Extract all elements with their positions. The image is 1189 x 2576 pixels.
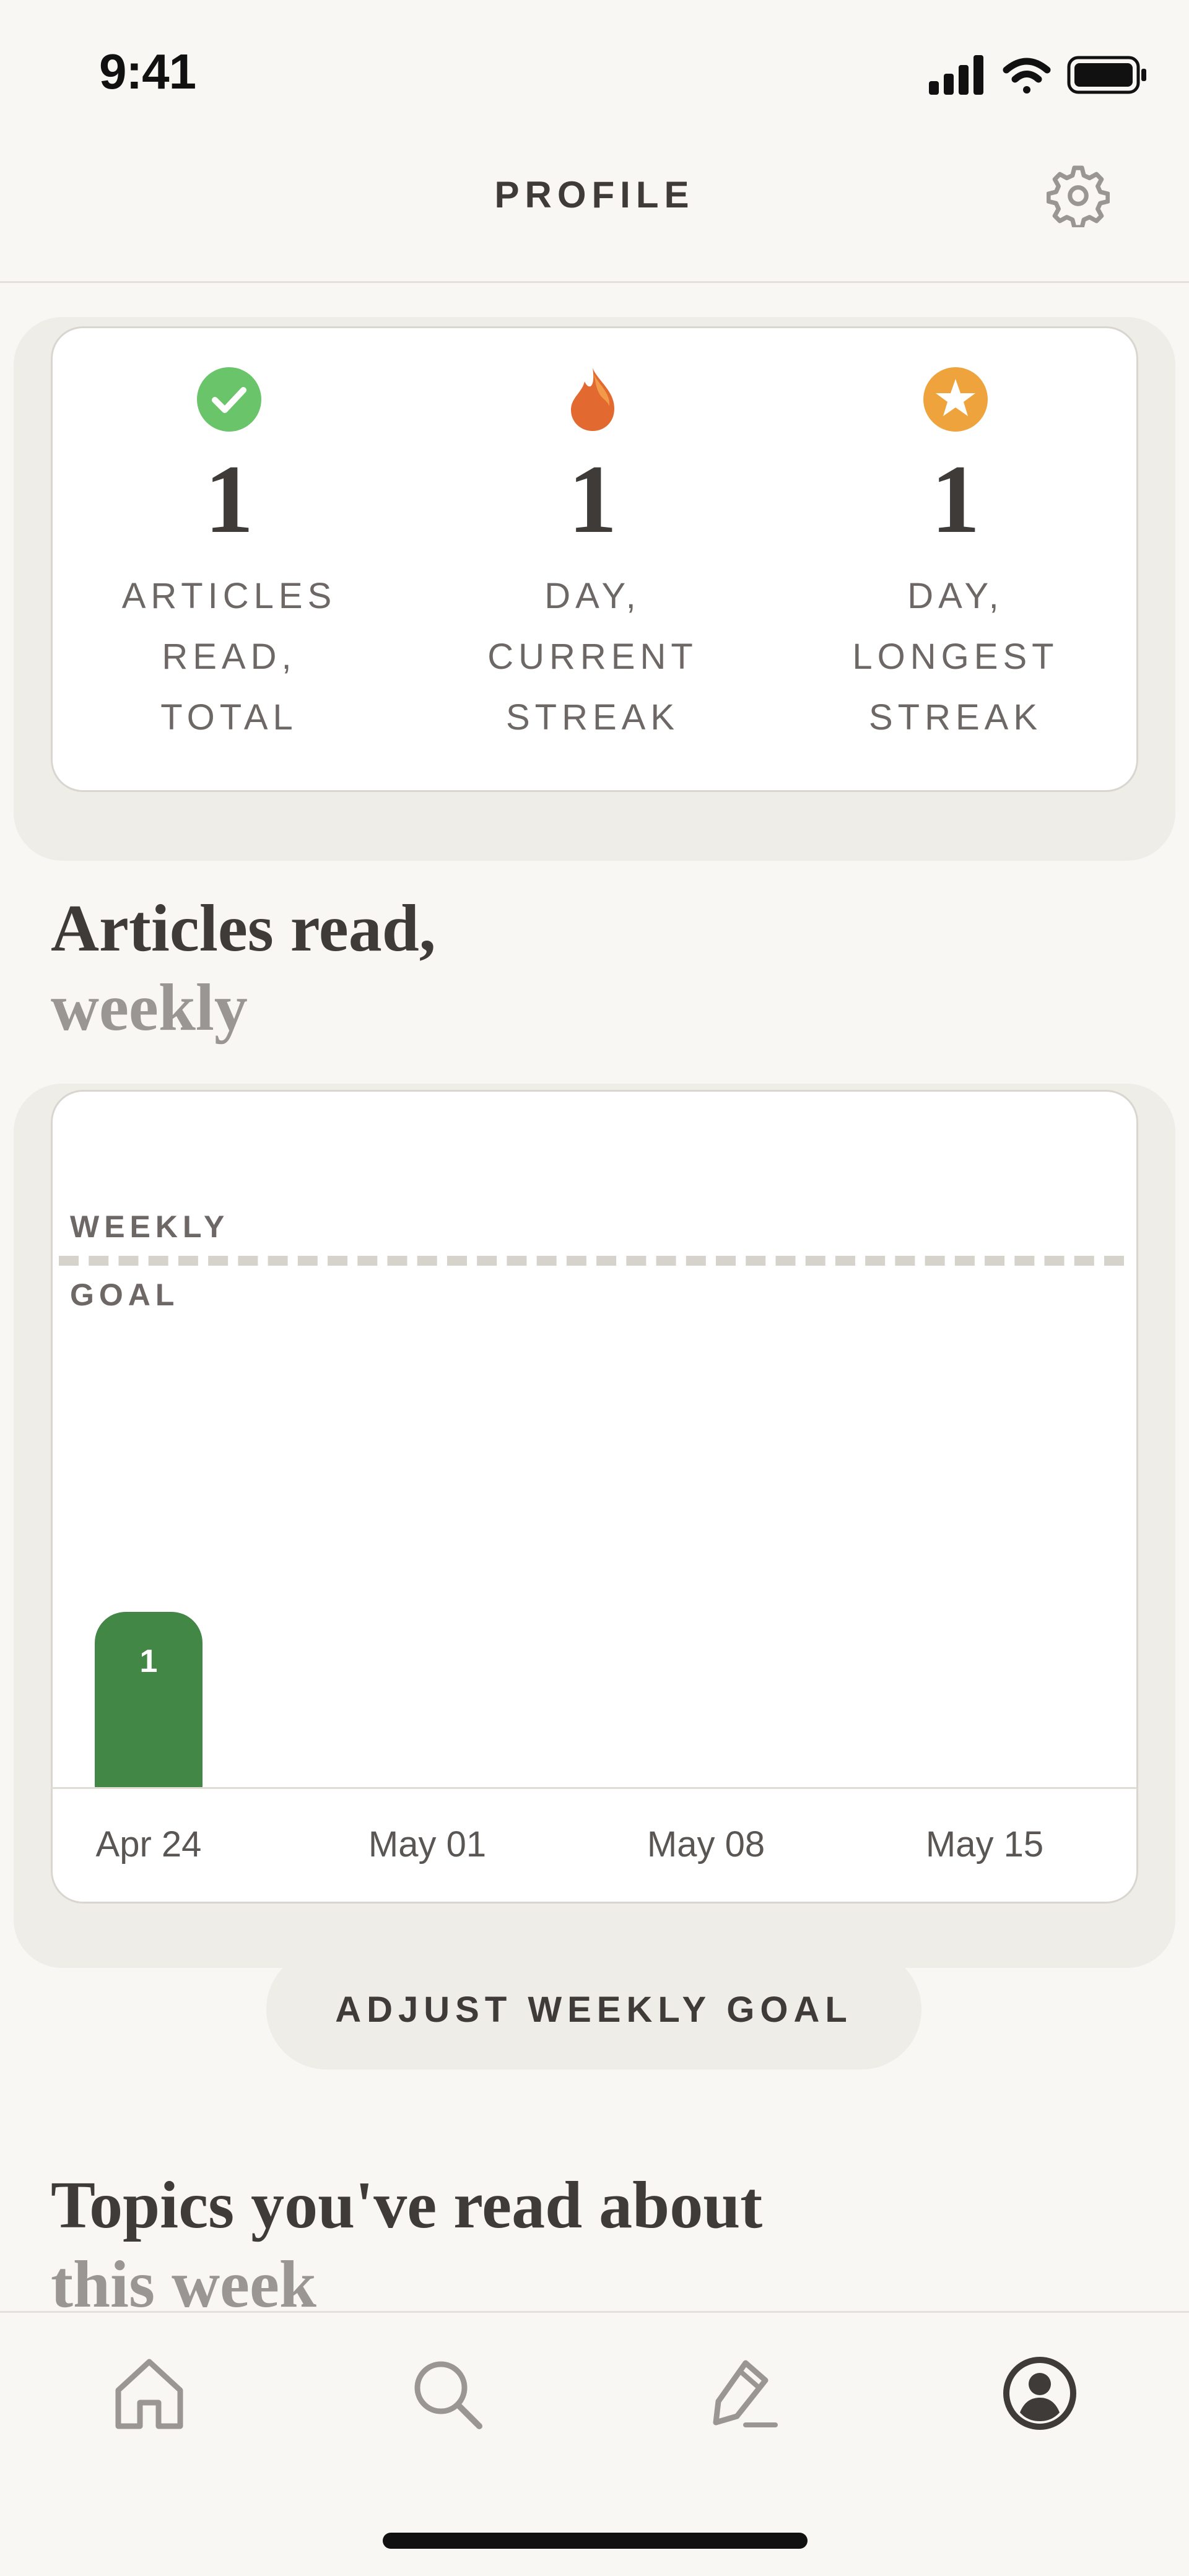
stat-value: 1	[204, 445, 254, 554]
chart-x-tick-label: May 01	[368, 1824, 487, 1865]
weekly-section-title: Articles read, weekly	[51, 889, 436, 1048]
chart-bar	[95, 1611, 203, 1787]
chart-baseline	[51, 1787, 1137, 1789]
star-badge-icon	[923, 367, 988, 432]
weekly-goal-line	[59, 1256, 1124, 1266]
stat-articles-read: 1 ARTICLES READ, TOTAL	[68, 365, 390, 748]
chart-bar-label: 1	[139, 1643, 158, 1679]
stat-label: DAY, LONGEST STREAK	[852, 576, 1059, 738]
stat-longest-streak: 1 DAY, LONGEST STREAK	[795, 365, 1117, 748]
adjust-weekly-goal-button[interactable]: ADJUST WEEKLY GOAL	[266, 1949, 921, 2069]
chart-x-tick-label: May 15	[925, 1824, 1044, 1865]
topics-section-title: Topics you've read about this week	[51, 2166, 762, 2325]
chart-x-tick-label: Apr 24	[95, 1824, 202, 1865]
status-icons	[929, 55, 1146, 95]
cellular-signal-icon	[929, 55, 983, 95]
stat-value: 1	[568, 445, 617, 554]
chart-x-tick-label: May 08	[647, 1824, 765, 1865]
status-time: 9:41	[99, 44, 196, 99]
goal-label-top: WEEKLY	[70, 1209, 230, 1244]
settings-gear-icon[interactable]	[1047, 164, 1110, 227]
checkmark-circle-icon	[197, 367, 261, 432]
stat-current-streak: 1 DAY, CURRENT STREAK	[432, 365, 754, 748]
profile-icon[interactable]	[1000, 2353, 1080, 2434]
stat-label: ARTICLES READ, TOTAL	[121, 576, 337, 738]
weekly-section-subtitle: weekly	[51, 971, 248, 1045]
home-indicator	[383, 2533, 808, 2549]
pen-icon[interactable]	[702, 2353, 783, 2434]
stat-value: 1	[931, 445, 980, 554]
search-icon[interactable]	[406, 2353, 487, 2434]
goal-label-bottom: GOAL	[70, 1277, 180, 1312]
flame-icon	[571, 368, 614, 431]
battery-icon	[1067, 56, 1146, 94]
wifi-icon	[1003, 58, 1051, 94]
home-icon[interactable]	[109, 2353, 189, 2434]
page-title: PROFILE	[494, 174, 695, 215]
stat-label: DAY, CURRENT STREAK	[487, 576, 698, 738]
